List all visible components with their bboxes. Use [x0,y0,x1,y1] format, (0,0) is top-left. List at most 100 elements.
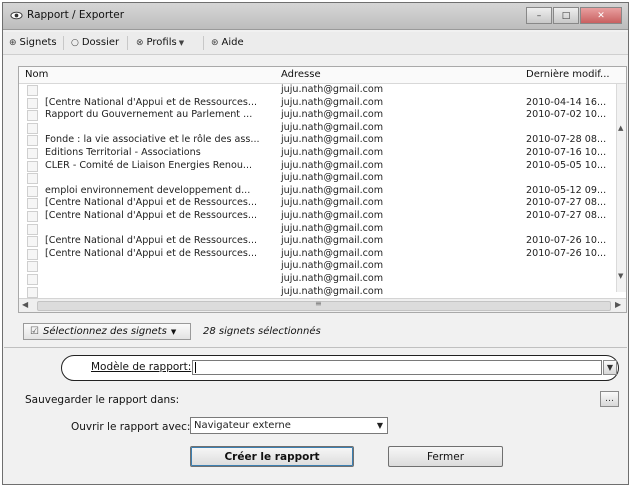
bookmark-address: juju.nath@gmail.com [281,222,384,234]
bookmark-modified: 2010-04-14 16... [526,96,607,108]
model-label-text: Modèle de rapport: [91,361,192,373]
list-item[interactable]: CLER - Comité de Liaison Energies Renou.… [19,160,619,173]
bookmark-modified: 2010-07-28 08... [526,134,607,146]
bookmark-icon [27,122,38,134]
bookmark-icon [27,97,38,109]
close-button[interactable]: Fermer [388,446,503,467]
folder-menu[interactable]: ○ Dossier [71,35,119,50]
grip-icon: ≡ [315,299,322,308]
selection-count: 28 signets sélectionnés [203,326,321,337]
scroll-left-icon[interactable]: ◀ [22,300,28,309]
column-header-address[interactable]: Adresse [281,69,321,80]
list-item[interactable]: juju.nath@gmail.com [19,286,619,299]
bookmark-icon [27,198,38,210]
scroll-right-icon[interactable]: ▶ [615,300,621,309]
bookmark-modified: 2010-05-12 09... [526,184,607,196]
list-item[interactable]: juju.nath@gmail.com [19,223,619,236]
list-item[interactable]: Fonde : la vie associative et le rôle de… [19,134,619,147]
bookmark-modified: 2010-07-26 10... [526,247,607,259]
bookmarks-label: Signets [19,37,57,48]
folder-label: Dossier [81,37,120,48]
bookmark-address: juju.nath@gmail.com [281,235,384,247]
bookmark-address: juju.nath@gmail.com [281,172,384,184]
maximize-button[interactable]: □ [553,7,579,24]
list-item[interactable]: juju.nath@gmail.com [19,273,619,286]
divider [4,347,627,348]
bookmarks-menu[interactable]: ⊕ Signets [9,35,57,50]
model-dropdown-button[interactable]: ▼ [603,360,617,375]
bookmark-name: CLER - Comité de Liaison Energies Renou.… [45,159,253,171]
chevron-down-icon: ▼ [170,327,177,336]
list-item[interactable]: Editions Territorial - Associations juju.… [19,147,619,160]
column-header-name[interactable]: Nom [25,69,48,80]
horizontal-scrollbar[interactable]: ◀ ≡ ▶ [19,298,626,312]
bookmark-icon [27,223,38,235]
select-bookmarks-label: Sélectionnez des signets [42,326,167,337]
model-input[interactable] [192,360,602,375]
eye-icon [10,11,23,20]
open-with-value: Navigateur externe [194,420,291,431]
minimize-button[interactable]: – [526,7,552,24]
bookmark-address: juju.nath@gmail.com [281,134,384,146]
bookmark-name: Fonde : la vie associative et le rôle de… [45,134,260,146]
create-report-button[interactable]: Créer le rapport [190,446,354,467]
list-item[interactable]: Rapport du Gouvernement au Parlement ...… [19,109,619,122]
bookmark-icon [27,160,38,172]
bookmark-icon: ⊕ [9,37,17,48]
bookmark-address: juju.nath@gmail.com [281,159,384,171]
list-item[interactable]: emploi environnement developpement d... j… [19,185,619,198]
bookmark-modified: 2010-07-02 10... [526,109,607,121]
help-menu[interactable]: ⊛ Aide [211,35,244,50]
select-bookmarks-button[interactable]: ☑ Sélectionnez des signets ▼ [23,323,191,340]
bookmark-name: [Centre National d'Appui et de Ressource… [45,247,258,259]
bookmark-name: Rapport du Gouvernement au Parlement ... [45,109,253,121]
bookmark-address: juju.nath@gmail.com [281,96,384,108]
list-item[interactable]: [Centre National d'Appui et de Ressource… [19,210,619,223]
list-item[interactable]: [Centre National d'Appui et de Ressource… [19,197,619,210]
scroll-down-icon[interactable]: ▼ [618,272,623,280]
bookmark-icon [27,110,38,122]
list-item[interactable]: juju.nath@gmail.com [19,122,619,135]
bookmark-name: [Centre National d'Appui et de Ressource… [45,96,258,108]
scroll-thumb[interactable] [37,301,611,311]
vertical-scrollbar[interactable]: ▲ ▼ [616,84,626,292]
browse-button[interactable]: … [600,391,619,407]
list-item[interactable]: juju.nath@gmail.com [19,260,619,273]
list-item[interactable]: [Centre National d'Appui et de Ressource… [19,235,619,248]
bookmark-address: juju.nath@gmail.com [281,184,384,196]
scroll-up-icon[interactable]: ▲ [618,124,623,132]
window-controls: – □ ✕ [525,7,622,24]
title-bar[interactable]: Rapport / Exporter – □ ✕ [3,3,628,30]
bookmark-address: juju.nath@gmail.com [281,121,384,133]
close-window-button[interactable]: ✕ [580,7,622,24]
list-item[interactable]: [Centre National d'Appui et de Ressource… [19,248,619,261]
list-rows: juju.nath@gmail.com [Centre National d'Ap… [19,84,619,298]
help-icon: ⊛ [211,37,219,48]
chevron-down-icon: ▼ [178,38,185,47]
list-item[interactable]: juju.nath@gmail.com [19,84,619,97]
chevron-down-icon: ▼ [376,421,383,430]
bookmark-modified: 2010-05-05 10... [526,159,607,171]
bookmark-address: juju.nath@gmail.com [281,109,384,121]
toolbar-separator [63,36,64,50]
toolbar-separator [127,36,128,50]
chevron-down-icon: ▼ [606,363,614,372]
bookmark-list[interactable]: Nom Adresse Dernière modif... juju.nath@… [18,66,627,313]
profiles-menu[interactable]: ⊗ Profils ▼ [136,35,187,50]
bookmark-modified: 2010-07-16 10... [526,146,607,158]
ellipsis-icon: … [605,394,614,404]
bookmark-icon [27,173,38,185]
bookmark-address: juju.nath@gmail.com [281,285,384,297]
model-label: Modèle de rapport: [91,361,191,373]
folder-icon: ○ [71,37,79,48]
bookmark-icon [27,248,38,260]
column-headers: Nom Adresse Dernière modif... [19,67,626,84]
open-with-select[interactable]: Navigateur externe ▼ [190,417,388,434]
bookmark-address: juju.nath@gmail.com [281,209,384,221]
list-item[interactable]: [Centre National d'Appui et de Ressource… [19,97,619,110]
bookmark-modified: 2010-07-27 08... [526,209,607,221]
bookmark-icon [27,85,38,96]
bookmark-icon [27,135,38,147]
column-header-modified[interactable]: Dernière modif... [526,69,610,80]
list-item[interactable]: juju.nath@gmail.com [19,172,619,185]
